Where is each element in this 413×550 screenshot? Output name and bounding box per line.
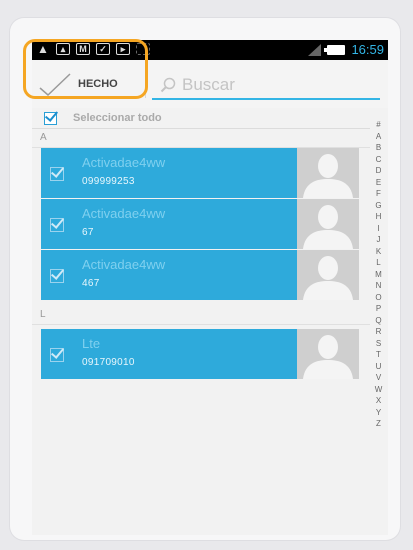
check-icon: ✓ [96,43,110,55]
contact-phone: 67 [82,227,94,238]
section-header-label: A [40,132,47,143]
select-all-label: Seleccionar todo [73,112,162,124]
done-label: HECHO [78,78,118,90]
select-all-checkbox[interactable] [44,111,57,125]
contact-checkbox[interactable] [50,218,64,232]
download-icon: ▸ [116,43,130,55]
contact-phone: 091709010 [82,357,135,368]
contact-checkbox[interactable] [50,348,64,362]
signal-icon [308,43,322,56]
avatar-placeholder-icon [297,250,359,300]
status-clock: 16:59 [351,42,384,57]
alphabet-index-letter[interactable]: L [376,257,380,269]
contact-row[interactable]: Activadae4ww 099999253 [41,148,359,198]
alphabet-index-letter[interactable]: O [375,292,381,304]
alphabet-index-letter[interactable]: A [376,131,381,143]
done-button[interactable]: HECHO [32,60,142,108]
contact-name: Activadae4ww [82,257,166,272]
contact-name: Lte [82,336,101,351]
alphabet-index-letter[interactable]: X [376,395,381,407]
select-all-row[interactable]: Seleccionar todo [32,108,370,129]
alphabet-index-letter[interactable]: S [376,338,381,350]
alphabet-index-letter[interactable]: K [376,246,381,258]
avatar-placeholder-icon [297,148,359,198]
alphabet-index-letter[interactable]: W [375,384,383,396]
action-bar: HECHO [32,60,388,108]
search-input[interactable] [182,75,372,95]
alphabet-index-letter[interactable]: M [375,269,382,281]
alphabet-index-letter[interactable]: R [376,326,382,338]
alphabet-index-letter[interactable]: N [376,280,382,292]
alphabet-index-letter[interactable]: J [377,234,381,246]
contact-row[interactable]: Activadae4ww 67 [41,199,359,249]
contact-name: Activadae4ww [82,206,166,221]
contact-name: Activadae4ww [82,155,166,170]
alphabet-index-letter[interactable]: Q [375,315,381,327]
alphabet-index-letter[interactable]: Z [376,418,381,430]
alphabet-index[interactable]: # A B C D E F G H I J K L M N O P Q R S T U V W X Y Z [369,119,388,430]
gmail-icon: M [76,43,90,55]
image-icon: ▴ [56,43,70,55]
checkmark-icon [39,73,71,97]
contact-phone: 467 [82,278,100,289]
alphabet-index-letter[interactable]: I [377,223,379,235]
contact-phone: 099999253 [82,176,135,187]
avatar-placeholder-icon [297,199,359,249]
status-bar: ▲ ▴ M ✓ ▸ 16:59 [32,40,388,60]
alphabet-index-letter[interactable]: B [376,142,381,154]
alphabet-index-letter[interactable]: T [376,349,381,361]
contact-row[interactable]: Activadae4ww 467 [41,250,359,300]
section-header-label: L [40,309,46,320]
alphabet-index-letter[interactable]: E [376,177,381,189]
section-header-l: L [32,306,370,325]
warning-icon: ▲ [37,42,49,56]
search-box[interactable] [152,72,380,100]
contact-row[interactable]: Lte 091709010 [41,329,359,379]
grid-icon [136,43,150,55]
battery-icon [324,44,346,55]
search-icon [160,77,176,93]
alphabet-index-letter[interactable]: V [376,372,381,384]
alphabet-index-letter[interactable]: F [376,188,381,200]
section-header-a: A [32,129,370,148]
contact-checkbox[interactable] [50,167,64,181]
alphabet-index-letter[interactable]: Y [376,407,381,419]
alphabet-index-letter[interactable]: U [376,361,382,373]
phone-screen: ▲ ▴ M ✓ ▸ 16:59 HECHO Buscar Seleccionar… [32,40,388,535]
alphabet-index-letter[interactable]: H [376,211,382,223]
alphabet-index-letter[interactable]: D [376,165,382,177]
action-divider [145,72,146,98]
alphabet-index-letter[interactable]: C [376,154,382,166]
alphabet-index-letter[interactable]: G [375,200,381,212]
alphabet-index-letter[interactable]: # [376,119,380,131]
avatar-placeholder-icon [297,329,359,379]
contact-checkbox[interactable] [50,269,64,283]
alphabet-index-letter[interactable]: P [376,303,381,315]
